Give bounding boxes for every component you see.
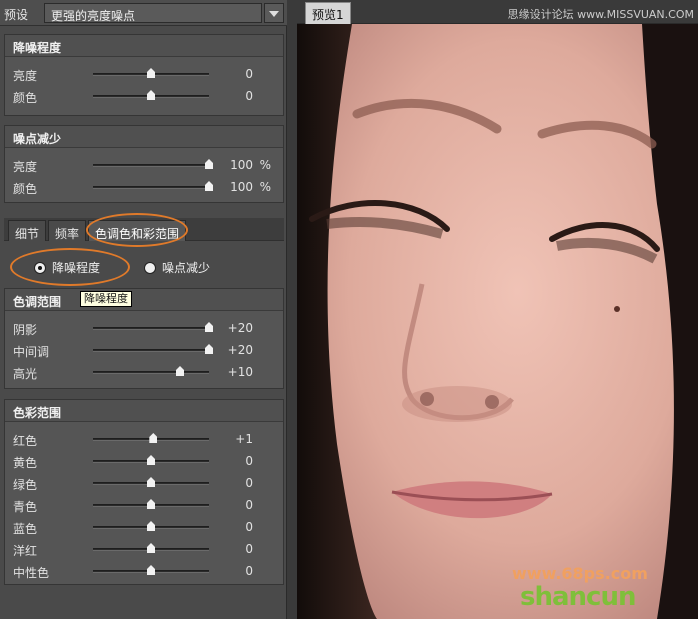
annotation-circle [10,248,130,286]
slider-track[interactable] [93,349,209,352]
slider-label: 中性色 [13,566,50,580]
preset-select[interactable]: 更强的亮度噪点 [44,3,262,23]
slider-thumb[interactable] [147,521,155,531]
slider-row: 颜色 100 % [5,176,283,198]
slider-row: 红色 +1 [5,428,283,450]
slider-row: 亮度 100 % [5,154,283,176]
slider-label: 蓝色 [13,522,38,536]
slider-row: 黄色 0 [5,450,283,472]
slider-value: 0 [245,67,253,81]
slider-row: 洋红 0 [5,538,283,560]
watermark-logo: shancun [520,582,636,612]
slider-thumb[interactable] [147,455,155,465]
noise-filter-panel: 预设 更强的亮度噪点 降噪程度 亮度 0 颜色 0 噪点减少 亮度 100 % [0,0,287,619]
slider-thumb[interactable] [147,68,155,78]
preset-bar: 预设 更强的亮度噪点 [0,0,287,26]
slider-value: 0 [245,542,253,556]
slider-thumb[interactable] [147,477,155,487]
group-noise-amount: 降噪程度 亮度 0 颜色 0 [4,34,284,116]
slider-thumb[interactable] [147,543,155,553]
preview-tab-bar: 预览1 思缘设计论坛 www.MISSVUAN.COM [297,0,698,24]
slider-label: 颜色 [13,182,38,196]
slider-label: 高光 [13,367,38,381]
group-title: 噪点减少 [5,126,283,148]
slider-unit: % [259,180,271,194]
tab-detail[interactable]: 细节 [8,220,47,241]
slider-label: 中间调 [13,345,50,359]
slider-value: +20 [227,343,253,357]
slider-row: 高光 +10 [5,361,283,383]
slider-label: 洋红 [13,544,38,558]
preview-image[interactable] [297,24,698,619]
slider-row: 青色 0 [5,494,283,516]
group-tone-range: 色调范围 阴影 +20 中间调 +20 高光 +10 [4,288,284,389]
tab-frequency[interactable]: 频率 [48,220,87,241]
group-color-range: 色彩范围 红色 +1 黄色 0 绿色 0 青色 0 蓝色 0 洋红 0 中性色 … [4,399,284,585]
slider-thumb[interactable] [149,433,158,443]
group-title: 色调范围 [5,289,283,311]
radio-unselected-icon [144,261,156,274]
slider-track[interactable] [93,327,209,330]
tooltip: 降噪程度 [80,291,132,307]
slider-row: 中性色 0 [5,560,283,582]
slider-value: 0 [245,454,253,468]
group-noise-reduce: 噪点减少 亮度 100 % 颜色 100 % [4,125,284,203]
slider-row: 颜色 0 [5,85,283,107]
group-title: 降噪程度 [5,35,283,57]
tab-preview-1[interactable]: 预览1 [305,2,351,24]
slider-value: 0 [245,476,253,490]
slider-row: 中间调 +20 [5,339,283,361]
slider-thumb[interactable] [147,90,155,100]
slider-thumb[interactable] [147,499,155,509]
slider-value: 100 [230,158,253,172]
watermark-text: 思缘设计论坛 www.MISSVUAN.COM [507,8,694,21]
annotation-circle [86,213,188,247]
slider-track[interactable] [93,164,209,167]
chevron-down-icon[interactable] [264,3,284,23]
slider-track[interactable] [93,371,209,374]
watermark-site: www.68ps.com [512,564,648,583]
radio-label: 噪点减少 [162,261,211,275]
slider-label: 黄色 [13,456,38,470]
slider-thumb[interactable] [147,565,155,575]
radio-noise-reduce[interactable]: 噪点减少 [144,259,210,276]
slider-row: 阴影 +20 [5,317,283,339]
group-title: 色彩范围 [5,400,283,422]
slider-label: 青色 [13,500,38,514]
slider-value: +10 [227,365,253,379]
slider-value: +20 [227,321,253,335]
slider-thumb[interactable] [176,366,184,376]
slider-value: 100 [230,180,253,194]
slider-row: 蓝色 0 [5,516,283,538]
slider-value: 0 [245,89,253,103]
slider-label: 亮度 [13,69,38,83]
slider-label: 阴影 [13,323,38,337]
slider-value: 0 [245,498,253,512]
slider-row: 亮度 0 [5,63,283,85]
slider-label: 红色 [13,434,38,448]
slider-label: 绿色 [13,478,38,492]
slider-unit: % [259,158,271,172]
slider-label: 亮度 [13,160,38,174]
slider-label: 颜色 [13,91,38,105]
slider-row: 绿色 0 [5,472,283,494]
slider-value: 0 [245,520,253,534]
preset-label: 预设 [4,8,29,22]
slider-value: +1 [235,432,253,446]
face-photo [297,24,698,619]
slider-value: 0 [245,564,253,578]
slider-track[interactable] [93,186,209,189]
